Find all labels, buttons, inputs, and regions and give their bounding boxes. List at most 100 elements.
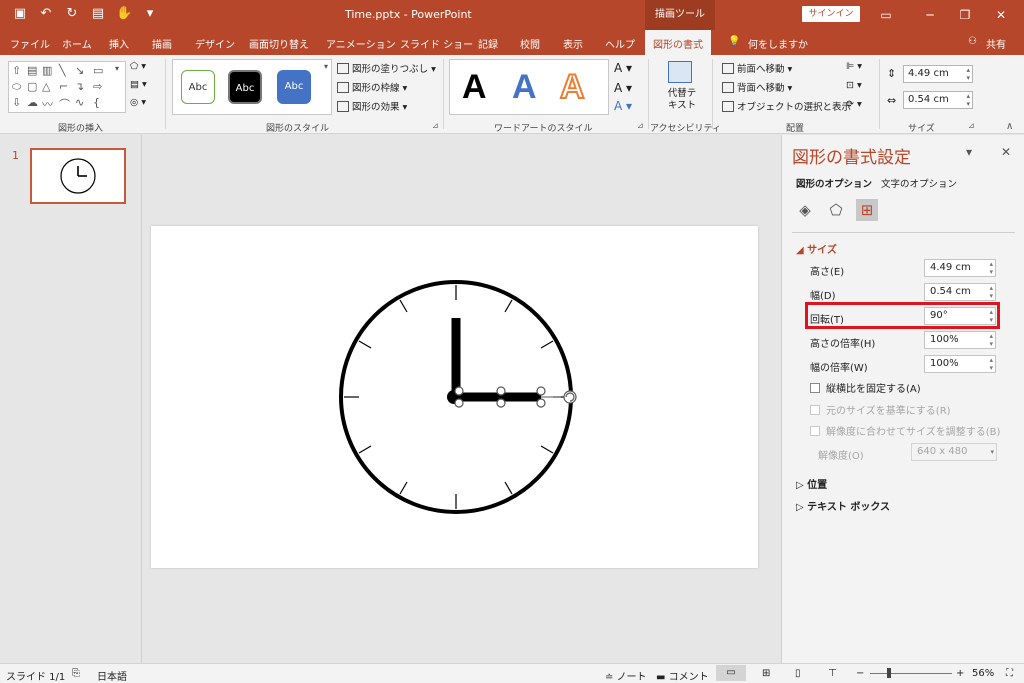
relative-original-checkbox[interactable]: 元のサイズを基準にする(R) — [810, 402, 951, 417]
right-arrow-shape-icon[interactable]: ⇨ — [93, 80, 102, 93]
shape-gallery[interactable]: ⇧ ▤ ▥ ╲ ↘ ▭ ⬭ ▢ △ ⌐ ↴ ⇨ ⇩ ☁ 〰 ⌒ ∿ { ▾ — [8, 61, 126, 113]
spinner-arrows-icon[interactable]: ▴ ▾ — [989, 332, 993, 348]
ribbon-display-icon[interactable]: ▭ — [876, 5, 896, 25]
style-chip-black[interactable]: Abc — [228, 70, 262, 104]
tab-file[interactable]: ファイル — [10, 36, 50, 51]
tell-me-input[interactable]: 何をしますか — [748, 36, 808, 51]
dialog-launcher-icon[interactable]: ⊿ — [968, 121, 975, 130]
signin-button[interactable]: サインイン — [802, 6, 860, 22]
normal-view-icon[interactable]: ▭ — [716, 665, 746, 681]
width-input[interactable]: 0.54 cm ▴ ▾ — [924, 283, 996, 301]
text-fill-icon[interactable]: A ▾ — [614, 61, 632, 75]
selection-pane-button[interactable]: オブジェクトの選択と表示 — [722, 99, 851, 113]
cloud-shape-icon[interactable]: ☁ — [27, 96, 38, 109]
freeform-shape-icon[interactable]: 〰 — [42, 96, 53, 112]
dialog-launcher-icon[interactable]: ⊿ — [637, 121, 644, 130]
spinner-arrows-icon[interactable]: ▴ ▾ — [966, 92, 970, 108]
tab-design[interactable]: デザイン — [195, 36, 235, 51]
minimize-icon[interactable]: ─ — [920, 5, 940, 25]
zoom-in-icon[interactable]: + — [956, 668, 964, 679]
elbow-connector-shape-icon[interactable]: ⌐ — [59, 80, 68, 93]
wordart-style-blue[interactable]: A — [512, 68, 537, 107]
tab-slideshow[interactable]: スライド ショー — [400, 36, 473, 51]
group-icon[interactable]: ⊡ ▾ — [846, 80, 862, 91]
rectangle-shape-icon[interactable]: ▭ — [93, 64, 103, 77]
ribbon-width-input[interactable]: 0.54 cm ▴ ▾ — [903, 91, 973, 109]
tab-insert[interactable]: 挿入 — [109, 36, 129, 51]
zoom-slider-thumb[interactable] — [887, 668, 891, 678]
effects-pentagon-icon[interactable]: ⬠ — [825, 199, 847, 221]
wordart-gallery[interactable]: A A A — [449, 59, 609, 115]
shape-fill-button[interactable]: 図形の塗りつぶし ▾ — [337, 61, 436, 75]
height-input[interactable]: 4.49 cm ▴ ▾ — [924, 259, 996, 277]
arc-shape-icon[interactable]: ⌒ — [59, 96, 70, 112]
tab-shape-options[interactable]: 図形のオプション — [796, 176, 872, 190]
scale-width-input[interactable]: 100% ▴ ▾ — [924, 355, 996, 373]
line-arrow-shape-icon[interactable]: ↘ — [75, 64, 84, 77]
customize-qat-icon[interactable]: ▾ — [142, 6, 158, 22]
undo-icon[interactable]: ↶ — [38, 6, 54, 22]
bring-forward-button[interactable]: 前面へ移動 ▾ — [722, 61, 792, 75]
spinner-arrows-icon[interactable]: ▴ ▾ — [989, 284, 993, 300]
tab-home[interactable]: ホーム — [62, 36, 92, 51]
slide-canvas[interactable] — [151, 226, 758, 568]
tab-transitions[interactable]: 画面切り替え — [249, 36, 309, 51]
ribbon-height-input[interactable]: 4.49 cm ▴ ▾ — [903, 65, 973, 83]
elbow-arrow-shape-icon[interactable]: ↴ — [75, 80, 84, 93]
present-icon[interactable]: ▤ — [90, 6, 106, 22]
zoom-level[interactable]: 56% — [972, 668, 994, 679]
fill-line-icon[interactable]: ◈ — [794, 199, 816, 221]
language-indicator[interactable]: 日本語 — [97, 668, 127, 683]
close-icon[interactable]: ✕ — [991, 5, 1011, 25]
style-gallery-more-icon[interactable]: ▾ — [324, 62, 328, 71]
section-position[interactable]: ▷ 位置 — [796, 476, 827, 491]
textbox-shape-icon[interactable]: ▤ — [27, 64, 37, 77]
fit-to-window-icon[interactable]: ⛶ — [1006, 668, 1013, 679]
tab-shape-format[interactable]: 図形の書式 — [645, 30, 711, 55]
text-outline-icon[interactable]: A ▾ — [614, 81, 632, 95]
size-properties-icon[interactable]: ⊞ — [856, 199, 878, 221]
textbox-insert-icon[interactable]: ▤ ▾ — [130, 79, 147, 90]
save-icon[interactable]: ▣ — [12, 6, 28, 22]
shape-effects-button[interactable]: 図形の効果 ▾ — [337, 99, 407, 113]
triangle-shape-icon[interactable]: △ — [42, 80, 50, 93]
alt-text-button[interactable]: 代替テキスト — [664, 88, 700, 112]
vertical-textbox-shape-icon[interactable]: ▥ — [42, 64, 52, 77]
tab-text-options[interactable]: 文字のオプション — [881, 176, 957, 190]
spinner-arrows-icon[interactable]: ▴ ▾ — [989, 356, 993, 372]
touch-mode-icon[interactable]: ✋ — [116, 6, 132, 22]
style-chip-blue[interactable]: Abc — [277, 70, 311, 104]
scale-height-input[interactable]: 100% ▴ ▾ — [924, 331, 996, 349]
send-backward-button[interactable]: 背面へ移動 ▾ — [722, 80, 792, 94]
reading-view-icon[interactable]: ▯ — [795, 668, 801, 679]
tab-draw[interactable]: 描画 — [152, 36, 172, 51]
curve-shape-icon[interactable]: ∿ — [75, 96, 84, 109]
notes-button[interactable]: ≐ ノート — [605, 668, 647, 683]
down-arrow-shape-icon[interactable]: ⇩ — [12, 96, 21, 109]
dropdown-arrow-icon[interactable]: ▾ — [990, 448, 994, 456]
wordart-style-black[interactable]: A — [462, 68, 487, 107]
slideshow-view-icon[interactable]: ⊤ — [828, 668, 837, 679]
tab-review[interactable]: 校閲 — [520, 36, 540, 51]
rotate-icon[interactable]: ⟳ ▾ — [846, 99, 862, 110]
text-effects-icon[interactable]: A ▾ — [614, 99, 632, 113]
resolution-select[interactable]: 640 x 480 ▾ — [911, 443, 997, 461]
pane-close-icon[interactable]: ✕ — [1001, 145, 1011, 159]
shape-outline-button[interactable]: 図形の枠線 ▾ — [337, 80, 407, 94]
share-button[interactable]: 共有 — [986, 36, 1006, 51]
rounded-rect-shape-icon[interactable]: ▢ — [27, 80, 37, 93]
collapse-ribbon-icon[interactable]: ∧ — [1006, 121, 1013, 132]
redo-icon[interactable]: ↻ — [64, 6, 80, 22]
shape-style-gallery[interactable]: Abc Abc Abc ▾ — [172, 59, 332, 115]
edit-shape-icon[interactable]: ⬠ ▾ — [130, 61, 146, 72]
zoom-out-icon[interactable]: − — [856, 668, 864, 679]
section-size[interactable]: ◢ サイズ — [796, 241, 837, 256]
wordart-style-orange-outline[interactable]: A — [559, 67, 586, 107]
section-textbox[interactable]: ▷ テキスト ボックス — [796, 498, 890, 513]
merge-shapes-icon[interactable]: ◎ ▾ — [130, 97, 146, 108]
brace-shape-icon[interactable]: { — [93, 96, 100, 109]
slide-thumbnail[interactable] — [30, 148, 126, 204]
best-scale-checkbox[interactable]: 解像度に合わせてサイズを調整する(B) — [810, 423, 1000, 438]
spinner-arrows-icon[interactable]: ▴ ▾ — [989, 260, 993, 276]
style-chip-outline-green[interactable]: Abc — [181, 70, 215, 104]
